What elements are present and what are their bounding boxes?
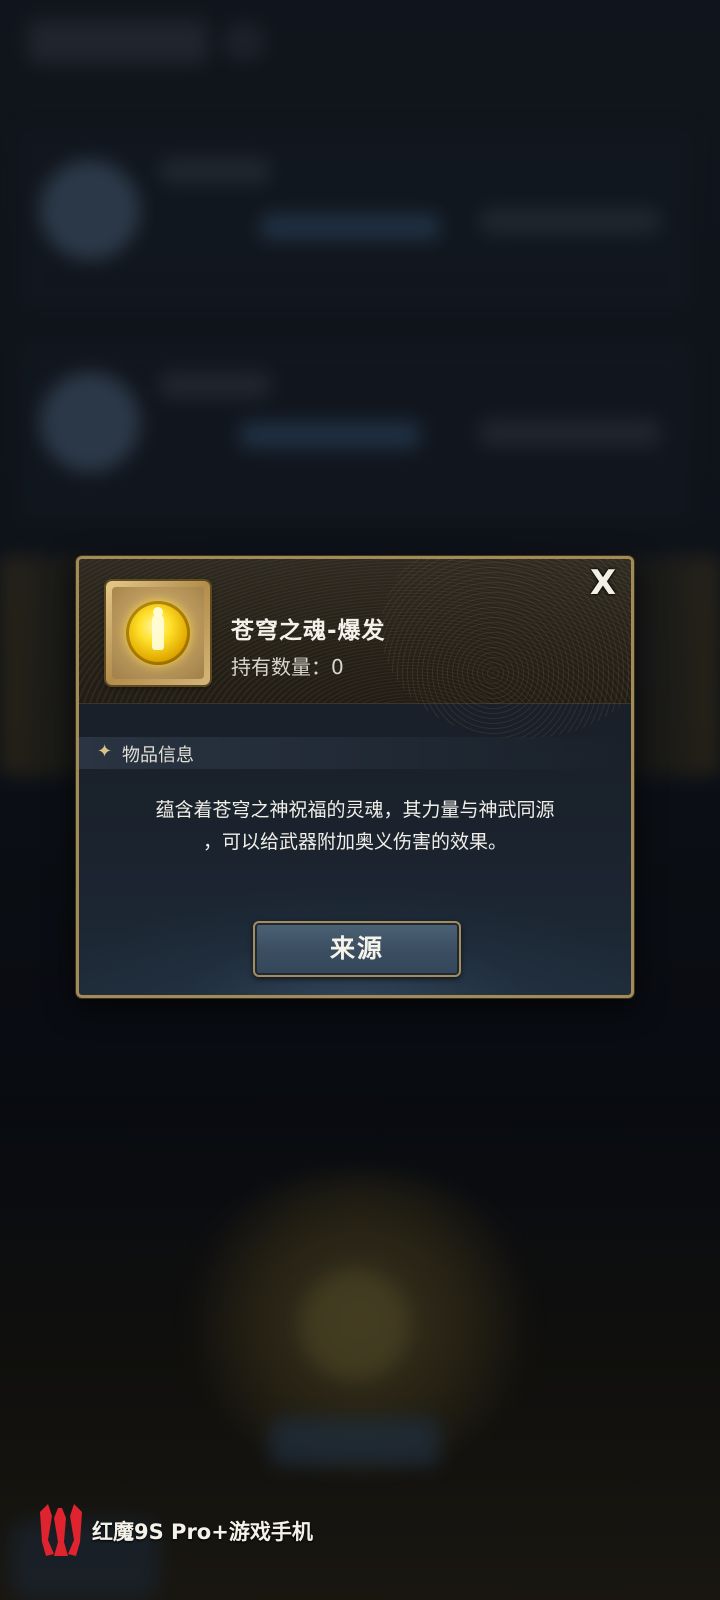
red-magic-logo-icon [40, 1504, 82, 1556]
close-icon: X [589, 563, 617, 603]
item-name: 苍穹之魂-爆发 [231, 618, 386, 644]
close-button[interactable]: X [583, 563, 623, 603]
item-count: 持有数量：0 [231, 655, 344, 679]
item-icon-frame [106, 581, 210, 685]
item-icon-background [112, 587, 204, 679]
section-title: 物品信息 [122, 745, 194, 766]
golden-soul-orb-icon [126, 601, 190, 665]
description-line: 蕴含着苍穹之神祝福的灵魂，其力量与神武同源 [155, 799, 555, 821]
watermark-text: 红魔9S Pro+游戏手机 [92, 1520, 313, 1544]
sparkle-icon: ✦ [97, 741, 113, 762]
item-description: 蕴含着苍穹之神祝福的灵魂，其力量与神武同源 ，可以给武器附加奥义伤害的效果。 [101, 794, 609, 858]
section-header: ✦ 物品信息 [79, 737, 631, 769]
item-info-dialog: 苍穹之魂-爆发 持有数量：0 X ✦ 物品信息 蕴含着苍穹之神祝福的灵魂，其力量… [76, 556, 634, 998]
soul-figure-body [152, 614, 164, 650]
dialog-header: 苍穹之魂-爆发 持有数量：0 X [79, 559, 631, 739]
source-button-label: 来源 [329, 934, 384, 963]
source-button[interactable]: 来源 [253, 921, 461, 977]
description-line: ，可以给武器附加奥义伤害的效果。 [202, 831, 507, 853]
